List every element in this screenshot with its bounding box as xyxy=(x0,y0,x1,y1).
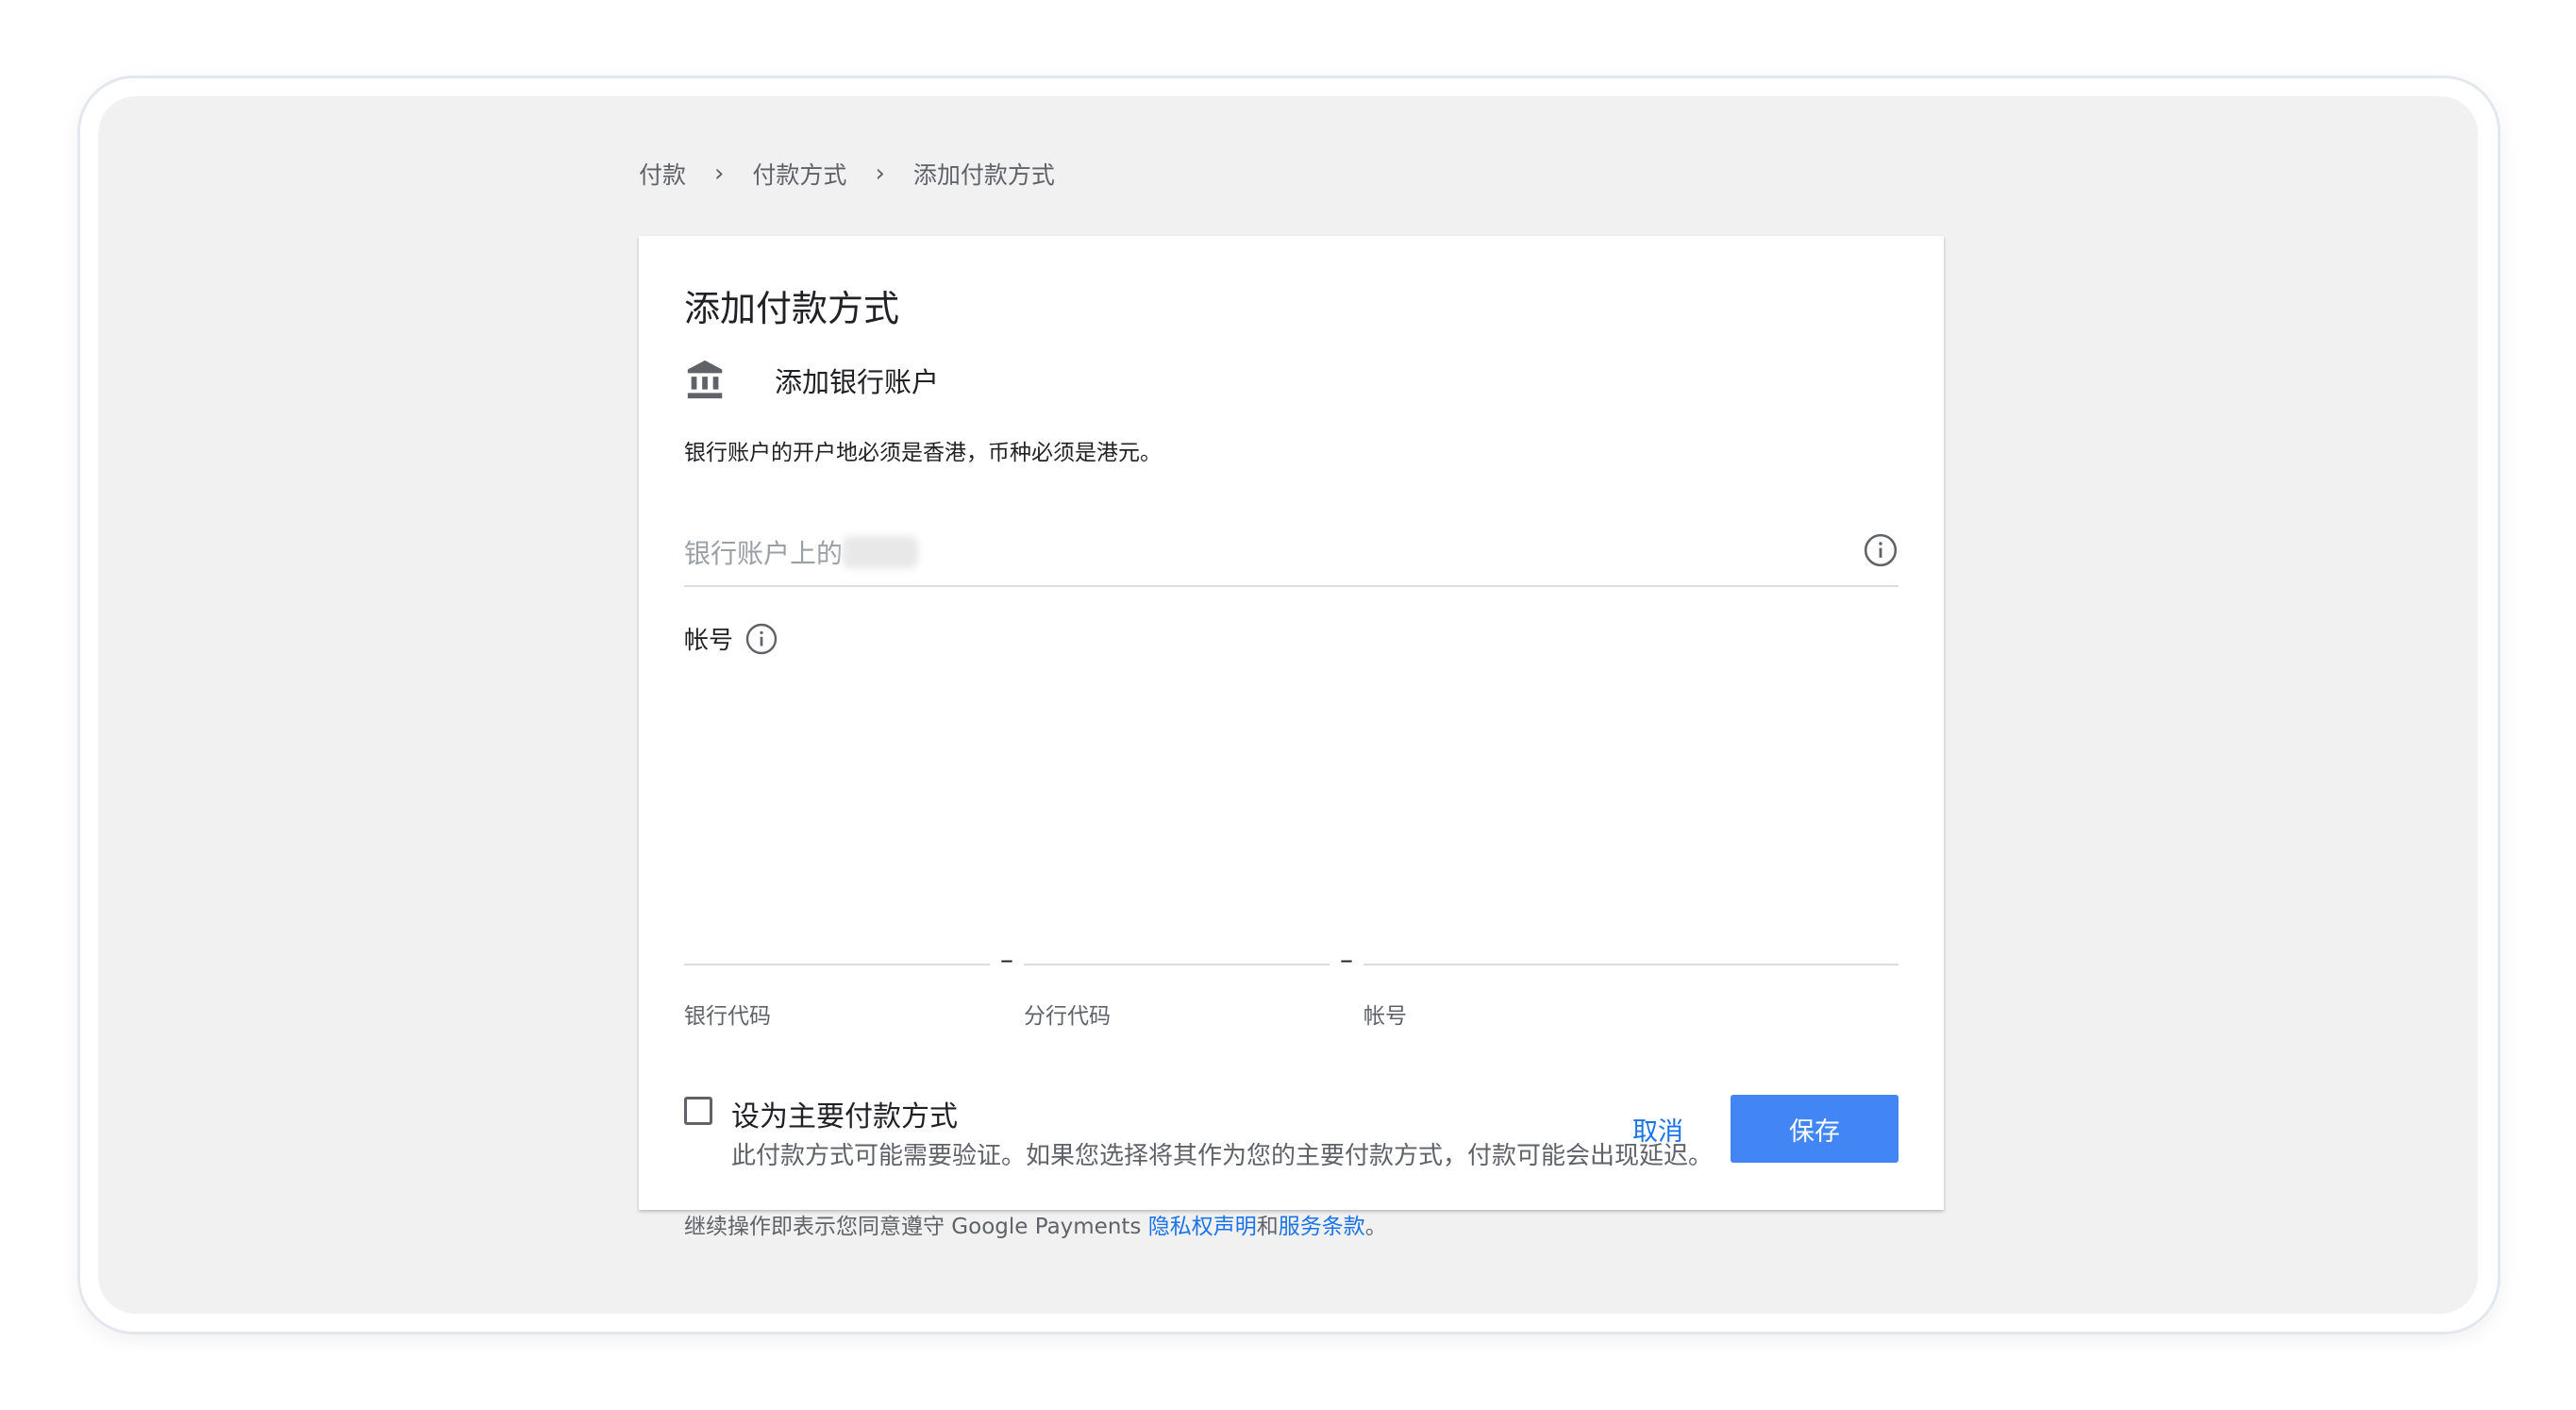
terms-suffix: 。 xyxy=(1364,1215,1387,1239)
account-number-field: 帐号 xyxy=(1363,911,1899,1029)
primary-method-title[interactable]: 设为主要付款方式 xyxy=(731,1093,958,1134)
cancel-button[interactable]: 取消 xyxy=(1604,1095,1712,1163)
bank-icon xyxy=(687,360,723,399)
account-number-label-row: 帐号 xyxy=(684,621,778,656)
breadcrumb-item-payments[interactable]: 付款 xyxy=(639,157,686,191)
segment-dash: – xyxy=(1000,944,1013,975)
info-icon[interactable] xyxy=(744,622,778,656)
breadcrumb: 付款 › 付款方式 › 添加付款方式 xyxy=(639,155,1055,193)
breadcrumb-item-add-payment-method: 添加付款方式 xyxy=(912,161,1055,189)
account-number-input[interactable] xyxy=(1363,922,1899,965)
add-payment-card: 添加付款方式 添加银行账户 银行账户的开户地必须是香港，币种必须是港元。 帐号 … xyxy=(639,236,1944,1239)
bank-code-hint: 银行代码 xyxy=(684,1004,771,1029)
account-number-label: 帐号 xyxy=(684,627,734,655)
breadcrumb-separator-icon: › xyxy=(875,159,885,188)
region-notice: 银行账户的开户地必须是香港，币种必须是港元。 xyxy=(684,441,1162,465)
breadcrumb-item-payment-methods[interactable]: 付款方式 xyxy=(752,157,846,191)
info-icon[interactable] xyxy=(1863,532,1899,568)
primary-method-description: 此付款方式可能需要验证。如果您选择将其作为您的主要付款方式，付款可能会出现延迟。 xyxy=(731,1142,1714,1170)
branch-code-field: 分行代码 xyxy=(1024,911,1330,1029)
branch-code-input[interactable] xyxy=(1024,922,1330,965)
account-holder-name-field xyxy=(684,519,1899,587)
save-button[interactable]: 保存 xyxy=(1731,1095,1899,1163)
terms-middle: 和 xyxy=(1256,1215,1279,1239)
card-title: 添加付款方式 xyxy=(684,288,900,329)
privacy-link[interactable]: 隐私权声明 xyxy=(1148,1215,1257,1239)
primary-method-checkbox[interactable] xyxy=(684,1097,712,1125)
bank-account-label: 添加银行账户 xyxy=(775,366,940,398)
account-number-hint: 帐号 xyxy=(1363,1004,1407,1029)
bank-code-input[interactable] xyxy=(684,922,990,965)
card-actions: 取消 保存 xyxy=(1604,1095,1899,1163)
terms-prefix: 继续操作即表示您同意遵守 Google Payments xyxy=(684,1215,1148,1239)
redacted-text xyxy=(843,536,918,568)
bank-code-field: 银行代码 xyxy=(684,911,990,1029)
breadcrumb-separator-icon: › xyxy=(714,159,725,188)
terms-of-service-link[interactable]: 服务条款 xyxy=(1279,1215,1365,1239)
bank-account-row: 添加银行账户 xyxy=(684,359,939,402)
branch-code-hint: 分行代码 xyxy=(1024,1004,1111,1029)
terms-text: 继续操作即表示您同意遵守 Google Payments 隐私权声明和服务条款。 xyxy=(684,1208,1387,1240)
segment-dash: – xyxy=(1340,944,1353,975)
